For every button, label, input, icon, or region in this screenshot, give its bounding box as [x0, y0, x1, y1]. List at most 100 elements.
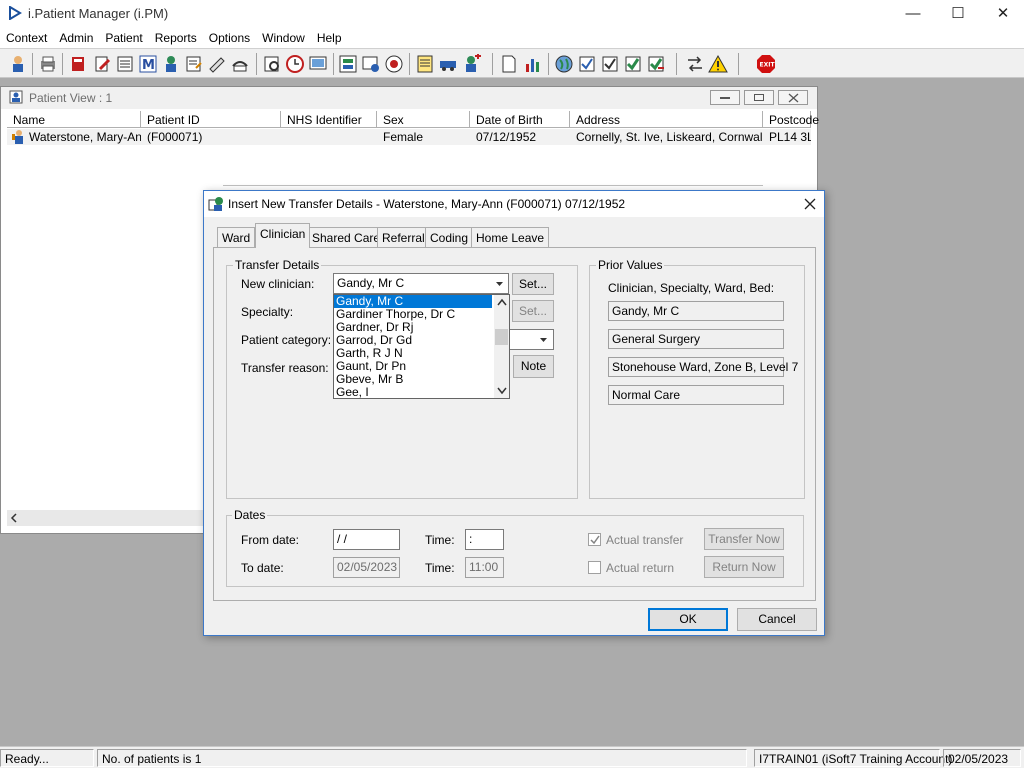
- return-now-button[interactable]: Return Now: [704, 556, 784, 578]
- view-icon[interactable]: [338, 54, 358, 74]
- actual-return-checkbox[interactable]: [588, 561, 601, 574]
- cancel-button[interactable]: Cancel: [737, 608, 817, 631]
- person-icon[interactable]: [161, 54, 181, 74]
- close-button[interactable]: ✕: [980, 0, 1024, 28]
- from-date-label: From date:: [241, 533, 300, 547]
- find-icon[interactable]: [262, 54, 282, 74]
- to-date-input[interactable]: 02/05/2023: [333, 557, 400, 578]
- new-clinician-select[interactable]: Gandy, Mr C: [333, 273, 509, 294]
- car-icon[interactable]: [438, 54, 458, 74]
- col-header-sex[interactable]: Sex: [377, 111, 470, 128]
- list-item[interactable]: Gee, I: [334, 386, 509, 399]
- status-bar: Ready... No. of patients is 1 I7TRAIN01 …: [0, 746, 1024, 768]
- print-icon[interactable]: [38, 54, 58, 74]
- chevron-down-icon[interactable]: [491, 275, 508, 292]
- screen-icon[interactable]: [308, 54, 328, 74]
- tab-shared-care[interactable]: Shared Care: [307, 227, 386, 247]
- context-icon[interactable]: [8, 54, 28, 74]
- pen-icon[interactable]: [207, 54, 227, 74]
- prior-values-label: Prior Values: [596, 258, 665, 272]
- tab-clinician[interactable]: Clinician: [255, 223, 311, 248]
- actual-transfer-checkbox[interactable]: [588, 533, 601, 546]
- tab-home-leave[interactable]: Home Leave: [471, 227, 550, 247]
- scroll-up-icon[interactable]: [497, 298, 507, 306]
- specialty-set-button[interactable]: Set...: [512, 300, 554, 322]
- person-add-icon[interactable]: [461, 54, 481, 74]
- menu-context[interactable]: Context: [0, 28, 53, 45]
- swap-icon[interactable]: [685, 54, 705, 74]
- list-icon[interactable]: [115, 54, 135, 74]
- col-header-postcode[interactable]: Postcode: [763, 111, 819, 128]
- svg-text:M: M: [142, 58, 155, 73]
- child-minimize-button[interactable]: [710, 90, 740, 105]
- col-header-nhs[interactable]: NHS Identifier: [281, 111, 377, 128]
- toolbar-separator: [409, 53, 410, 75]
- horizontal-scrollbar[interactable]: [7, 510, 207, 526]
- cell-name: Waterstone, Mary-Ann: [29, 130, 141, 144]
- tab-coding[interactable]: Coding: [425, 227, 474, 247]
- toolbar-separator: [32, 53, 33, 75]
- clinician-dropdown-list[interactable]: Gandy, Mr C Gardiner Thorpe, Dr C Gardne…: [333, 294, 510, 399]
- from-date-input[interactable]: / /: [333, 529, 400, 550]
- col-header-patient-id[interactable]: Patient ID: [141, 111, 281, 128]
- menu-patient[interactable]: Patient: [99, 28, 148, 45]
- check2-icon[interactable]: [600, 54, 620, 74]
- dialog-titlebar: Insert New Transfer Details - Waterstone…: [204, 191, 824, 217]
- msg-icon[interactable]: [361, 54, 381, 74]
- toolbar-separator: [738, 53, 739, 75]
- col-header-address[interactable]: Address: [570, 111, 763, 128]
- prior-category: Normal Care: [608, 385, 784, 405]
- toolbar-separator: [256, 53, 257, 75]
- maximize-button[interactable]: ☐: [935, 0, 981, 28]
- to-date-label: To date:: [241, 561, 284, 575]
- dropdown-scrollbar[interactable]: [494, 295, 509, 398]
- child-close-button[interactable]: [778, 90, 808, 105]
- chevron-down-icon[interactable]: [535, 331, 552, 348]
- menu-options[interactable]: Options: [203, 28, 256, 45]
- toolbar-separator: [333, 53, 334, 75]
- toolbar-separator: [548, 53, 549, 75]
- menu-admin[interactable]: Admin: [53, 28, 99, 45]
- scroll-thumb[interactable]: [495, 329, 508, 345]
- scroll-down-icon[interactable]: [497, 387, 507, 395]
- target-icon[interactable]: [384, 54, 404, 74]
- exit-icon[interactable]: EXIT: [756, 54, 776, 74]
- menu-window[interactable]: Window: [256, 28, 311, 45]
- chart-icon[interactable]: [523, 54, 543, 74]
- actual-transfer-label: Actual transfer: [606, 533, 684, 547]
- transfer-now-button[interactable]: Transfer Now: [704, 528, 784, 550]
- to-time-input[interactable]: 11:00: [465, 557, 504, 578]
- book-icon[interactable]: [68, 54, 88, 74]
- scroll-left-icon[interactable]: [9, 513, 19, 523]
- patient-view-titlebar: Patient View : 1: [1, 87, 817, 109]
- minimize-button[interactable]: —: [890, 0, 936, 28]
- new-clinician-value: Gandy, Mr C: [337, 276, 405, 290]
- check-green-icon[interactable]: [623, 54, 643, 74]
- doc-icon[interactable]: [499, 54, 519, 74]
- tab-referral[interactable]: Referral: [377, 227, 430, 247]
- col-header-dob[interactable]: Date of Birth: [470, 111, 570, 128]
- check-green2-icon[interactable]: [646, 54, 666, 74]
- cell-dob: 07/12/1952: [476, 130, 537, 144]
- warning-icon[interactable]: [708, 54, 728, 74]
- clock-icon[interactable]: [285, 54, 305, 74]
- tab-ward[interactable]: Ward: [217, 227, 256, 247]
- child-restore-button[interactable]: [744, 90, 774, 105]
- menu-reports[interactable]: Reports: [149, 28, 203, 45]
- menu-help[interactable]: Help: [311, 28, 348, 45]
- dialog-title: Insert New Transfer Details - Waterstone…: [228, 197, 626, 211]
- check-icon[interactable]: [577, 54, 597, 74]
- patient-view-icon: [9, 90, 23, 104]
- ok-button[interactable]: OK: [648, 608, 728, 631]
- m-icon[interactable]: M: [138, 54, 158, 74]
- globe-icon[interactable]: [554, 54, 574, 74]
- dialog-close-icon[interactable]: [804, 198, 816, 210]
- col-header-name[interactable]: Name: [7, 111, 141, 128]
- notes-icon[interactable]: [415, 54, 435, 74]
- edit-icon[interactable]: [92, 54, 112, 74]
- note-button[interactable]: Note: [513, 355, 554, 378]
- reply-icon[interactable]: [230, 54, 250, 74]
- form-icon[interactable]: [184, 54, 204, 74]
- clinician-set-button[interactable]: Set...: [512, 273, 554, 295]
- from-time-input[interactable]: :: [465, 529, 504, 550]
